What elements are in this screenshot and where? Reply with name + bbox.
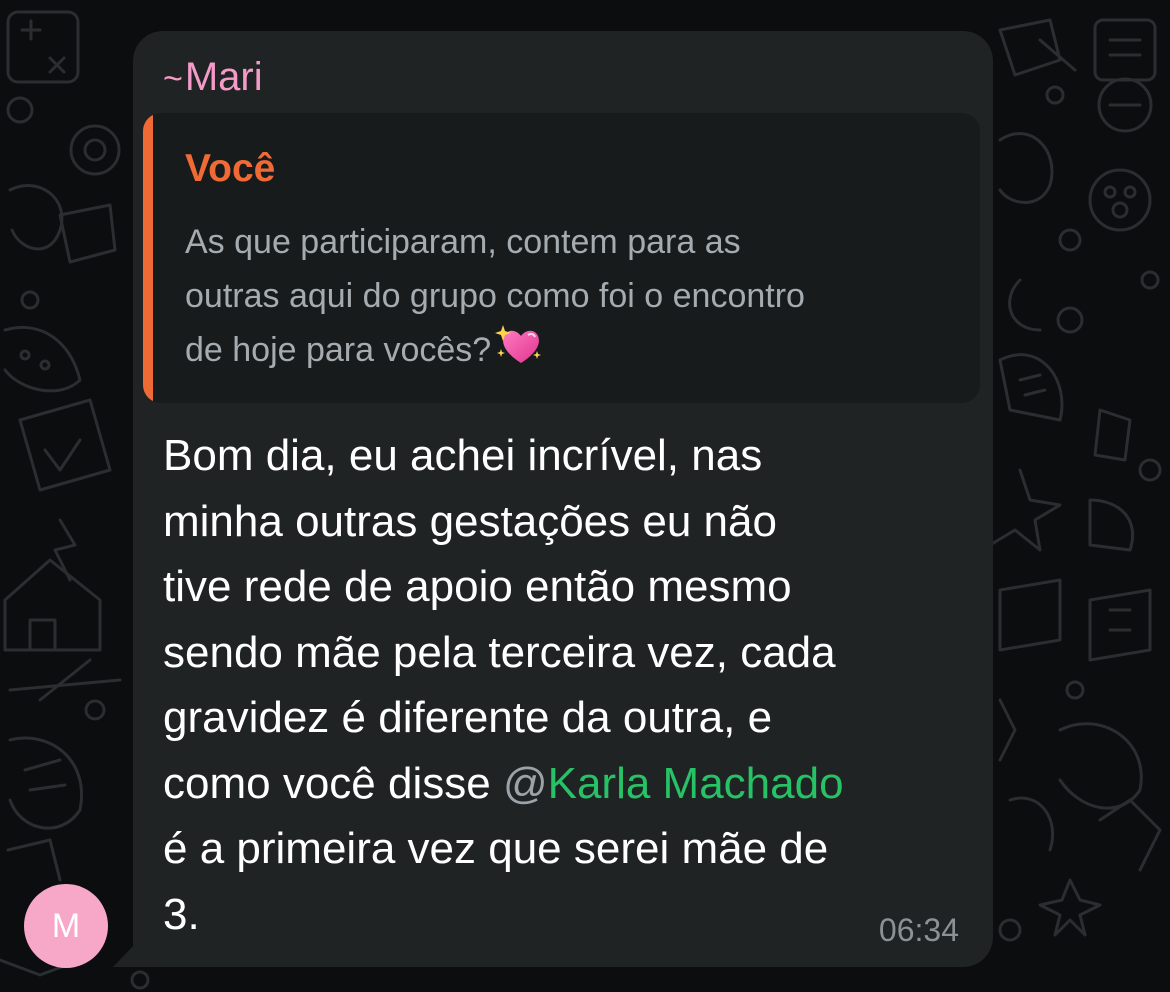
- message-time: 06:34: [878, 912, 959, 948]
- quote-accent-bar: [143, 113, 153, 403]
- avatar-initial: M: [51, 906, 81, 945]
- message-line: Bom dia, eu achei incrível, nas: [163, 431, 763, 480]
- quoted-line-last: de hoje para vocês?: [185, 323, 965, 377]
- message-bubble[interactable]: ~Mari Você As que participaram, contem p…: [133, 31, 993, 967]
- bubble-tail: [113, 944, 135, 967]
- sender-name[interactable]: ~Mari: [163, 55, 263, 100]
- message-line: gravidez é diferente da outra, e: [163, 693, 773, 742]
- sender-avatar[interactable]: M: [24, 884, 108, 968]
- message-line-text: como você disse: [163, 758, 503, 808]
- quoted-text: As que participaram, contem para as outr…: [185, 215, 965, 377]
- message-line: sendo mãe pela terceira vez, cada: [163, 627, 836, 677]
- quoted-message[interactable]: Você As que participaram, contem para as…: [143, 113, 980, 403]
- quoted-line: outras aqui do grupo como foi o encontro: [185, 277, 805, 315]
- sender-name-label: Mari: [184, 55, 263, 99]
- quoted-line: As que participaram, contem para as: [185, 223, 741, 261]
- message-line: tive rede de apoio então mesmo: [163, 562, 792, 611]
- sender-prefix: ~: [163, 60, 183, 98]
- message-line-with-mention: como você disse @Karla Machado: [163, 751, 983, 817]
- message-line: minha outras gestações eu não: [163, 496, 777, 546]
- sparkling-heart-icon: [495, 325, 542, 363]
- message-line: é a primeira vez que serei mãe de: [163, 824, 829, 873]
- message-text: Bom dia, eu achei incrível, nas minha ou…: [163, 423, 983, 947]
- mention-link[interactable]: Karla Machado: [548, 759, 844, 808]
- mention-at-sign: @: [502, 758, 548, 808]
- message-line: 3.: [163, 889, 200, 939]
- quoted-line-text: de hoje para vocês?: [185, 331, 492, 369]
- quoted-author: Você: [185, 147, 276, 190]
